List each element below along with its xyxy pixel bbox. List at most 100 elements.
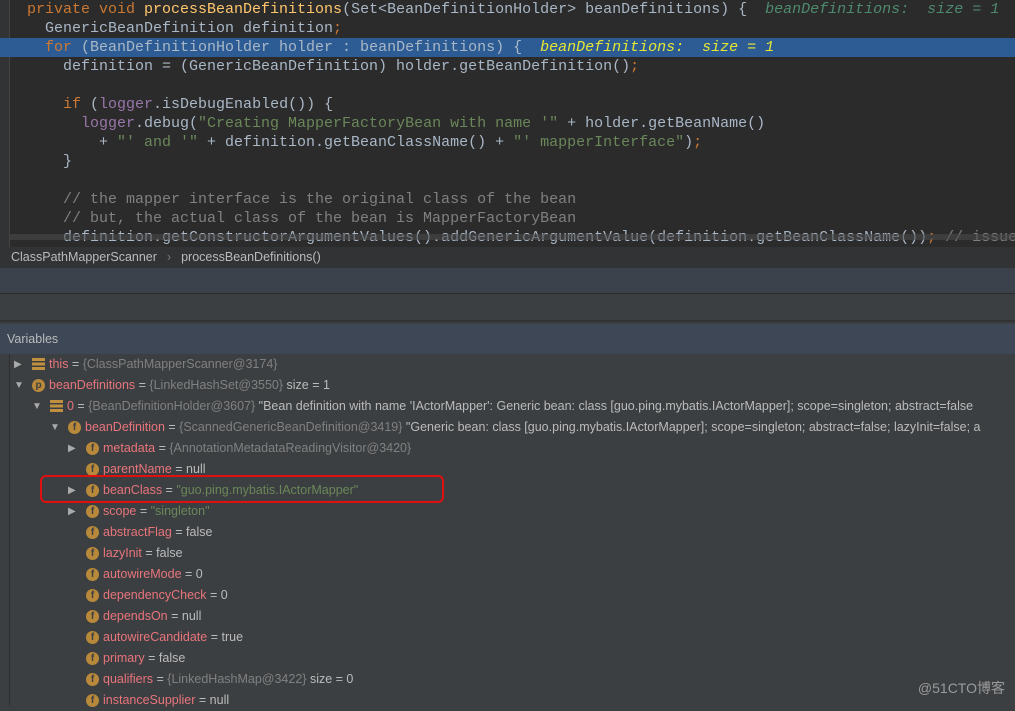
variable-rest: null [186, 462, 206, 476]
variable-name: primary [103, 651, 145, 665]
variable-name: beanDefinitions [49, 378, 136, 392]
variable-row[interactable]: f dependencyCheck = 0 [0, 585, 1015, 606]
expand-arrow-icon[interactable]: ▶ [68, 501, 78, 522]
code-line: // but, the actual class of the bean is … [0, 209, 1015, 228]
field-icon: f [86, 589, 99, 602]
variable-row[interactable]: f lazyInit = false [0, 543, 1015, 564]
variable-row[interactable]: f abstractFlag = false [0, 522, 1015, 543]
variable-row[interactable]: ▼ f beanDefinition = {ScannedGenericBeanDe… [0, 417, 1015, 438]
variable-rest: false [186, 525, 213, 539]
variable-row[interactable]: ▼ 0 = {BeanDefinitionHolder@3607} "Bean d… [0, 396, 1015, 417]
code-token: private void [27, 1, 145, 18]
collapse-arrow-icon[interactable]: ▼ [50, 417, 60, 438]
variable-row[interactable]: f instanceSupplier = null [0, 690, 1015, 711]
variable-text: dependencyCheck = 0 [103, 585, 228, 606]
code-token: ; [693, 134, 703, 151]
variable-rest: 0 [220, 588, 228, 602]
variable-eq: = [206, 588, 221, 602]
variable-eq: = [68, 357, 83, 371]
variables-title: Variables [7, 332, 59, 346]
field-icon: f [86, 610, 99, 623]
horizontal-scrollbar[interactable] [10, 234, 1015, 240]
variable-rest: "Bean definition with name 'IActorMapper… [255, 399, 974, 413]
variable-row[interactable]: ▼ p beanDefinitions = {LinkedHashSet@3550}… [0, 375, 1015, 396]
code-token: (BeanDefinitionHolder holder : beanDefin… [81, 39, 523, 56]
variable-name: beanDefinition [85, 420, 165, 434]
variable-rest: false [156, 546, 183, 560]
variable-text: dependsOn = null [103, 606, 201, 627]
object-icon [50, 400, 63, 413]
code-token: processBeanDefinitions [144, 1, 343, 18]
field-icon: f [86, 694, 99, 707]
variable-text: beanDefinition = {ScannedGenericBeanDefi… [85, 417, 980, 438]
inline-debug-value: beanDefinitions: size = 1 [522, 39, 775, 56]
variable-row[interactable]: f dependsOn = null [0, 606, 1015, 627]
variable-row[interactable]: f autowireMode = 0 [0, 564, 1015, 585]
variable-row[interactable]: f primary = false [0, 648, 1015, 669]
variable-name: metadata [103, 441, 156, 455]
field-icon: f [86, 568, 99, 581]
breadcrumb-class[interactable]: ClassPathMapperScanner [11, 250, 157, 264]
frames-panel [0, 294, 1015, 322]
code-token: // the mapper interface is the original … [63, 191, 577, 208]
code-line: + "' and '" + definition.getBeanClassNam… [0, 133, 1015, 152]
inline-debug-value: beanDefinitions: size = 1 [747, 1, 1000, 18]
variable-text: scope = "singleton" [103, 501, 210, 522]
variable-eq: = [135, 378, 150, 392]
breadcrumb-method[interactable]: processBeanDefinitions() [181, 250, 321, 264]
expand-arrow-icon[interactable]: ▶ [14, 354, 24, 375]
field-icon: f [86, 673, 99, 686]
variable-text: this = {ClassPathMapperScanner@3174} [49, 354, 277, 375]
code-line: definition = (GenericBeanDefinition) hol… [0, 57, 1015, 76]
code-token: + [99, 134, 118, 151]
variable-text: abstractFlag = false [103, 522, 212, 543]
variable-eq: = [136, 504, 151, 518]
variable-rest: null [209, 693, 230, 707]
code-line: } [0, 152, 1015, 171]
variable-text: primary = false [103, 648, 185, 669]
variable-eq: = [155, 441, 170, 455]
variable-eq: = [144, 651, 159, 665]
variable-name: instanceSupplier [103, 693, 196, 707]
variable-row[interactable]: ▶ f metadata = {AnnotationMetadataReadingV… [0, 438, 1015, 459]
code-token: if [63, 96, 91, 113]
code-token: .isDebugEnabled()) { [153, 96, 334, 113]
code-token: + definition.getBeanClassName() + [198, 134, 514, 151]
variable-text: qualifiers = {LinkedHashMap@3422} size =… [103, 669, 353, 690]
variable-eq: = [171, 525, 187, 539]
code-token: (Set<BeanDefinitionHolder> beanDefinitio… [342, 1, 748, 18]
watermark: @51CTO博客 [917, 680, 1005, 696]
field-icon: f [86, 526, 99, 539]
field-icon: f [86, 442, 99, 455]
variable-row[interactable]: ▶ this = {ClassPathMapperScanner@3174} [0, 354, 1015, 375]
variable-name: autowireCandidate [103, 630, 208, 644]
variable-rest: null [181, 609, 202, 623]
variable-text: autowireMode = 0 [103, 564, 203, 585]
collapse-arrow-icon[interactable]: ▼ [32, 396, 42, 417]
code-editor[interactable]: private void processBeanDefinitions(Set<… [0, 0, 1015, 247]
variable-ref: {LinkedHashSet@3550} [149, 378, 284, 392]
variable-rest: true [221, 630, 244, 644]
code-token: ) [684, 134, 694, 151]
variable-name: lazyInit [103, 546, 142, 560]
code-token: + holder.getBeanName() [558, 115, 766, 132]
variable-ref: {LinkedHashMap@3422} [167, 672, 307, 686]
code-token: "Creating MapperFactoryBean with name '" [198, 115, 559, 132]
variable-row[interactable]: ▶ f scope = "singleton" [0, 501, 1015, 522]
variable-eq: = [73, 399, 89, 413]
variable-row[interactable]: f qualifiers = {LinkedHashMap@3422} size … [0, 669, 1015, 690]
variable-row[interactable]: f autowireCandidate = true [0, 627, 1015, 648]
code-token: "' and '" [117, 134, 199, 151]
variable-ref: {AnnotationMetadataReadingVisitor@3420} [169, 441, 412, 455]
variable-val: "singleton" [150, 504, 210, 518]
variable-name: dependencyCheck [103, 588, 207, 602]
annotation-highlight-box [40, 475, 444, 503]
expand-arrow-icon[interactable]: ▶ [68, 438, 78, 459]
variable-rest: 0 [195, 567, 203, 581]
chevron-right-icon: › [166, 250, 172, 264]
code-line: // the mapper interface is the original … [0, 190, 1015, 209]
debug-toolbar [0, 268, 1015, 294]
collapse-arrow-icon[interactable]: ▼ [14, 375, 24, 396]
